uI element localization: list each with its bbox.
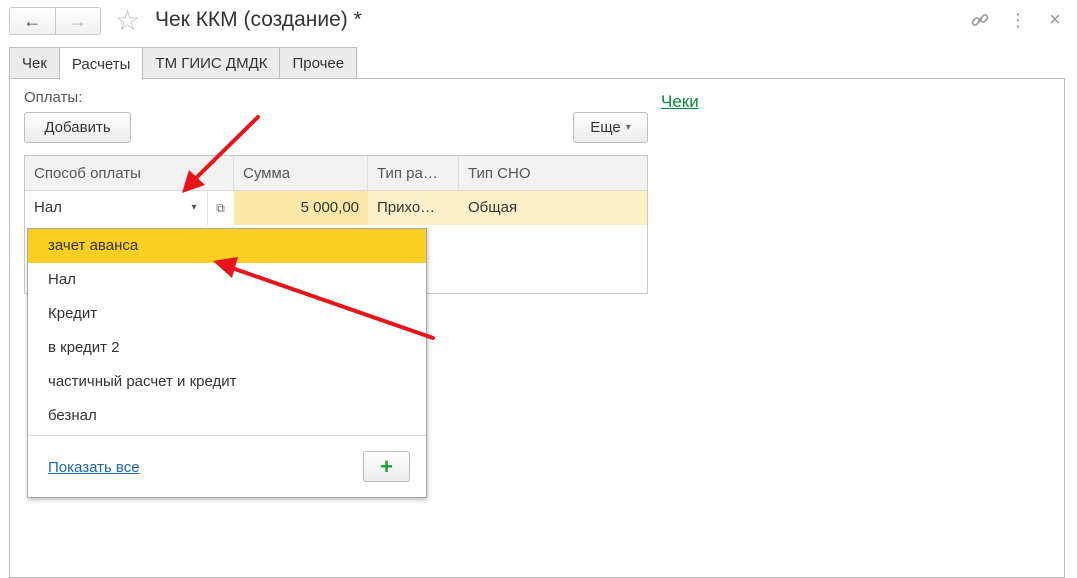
payment-method-dropdown: зачет аванса Нал Кредит в кредит 2 части…	[27, 228, 427, 498]
show-all-link[interactable]: Показать все	[48, 459, 140, 476]
payment-method-field[interactable]: Нал ▾ ⧉	[25, 191, 259, 225]
dropdown-option-v-kredit-2[interactable]: в кредит 2	[28, 331, 426, 365]
cheki-link[interactable]: Чеки	[661, 92, 699, 112]
dropdown-option-beznal[interactable]: безнал	[28, 399, 426, 433]
sno-cell[interactable]: Общая	[459, 191, 649, 225]
tab-tm-giis-dmdk[interactable]: ТМ ГИИС ДМДК	[142, 47, 281, 79]
column-header-spacer	[208, 156, 234, 191]
more-button[interactable]: Еще ▾	[573, 112, 648, 143]
table-header: Способ оплаты Сумма Тип ра… Тип СНО	[25, 156, 647, 191]
dropdown-option-kredit[interactable]: Кредит	[28, 297, 426, 331]
forward-button[interactable]: →	[54, 8, 101, 34]
dropdown-caret-icon[interactable]: ▾	[181, 191, 207, 225]
tab-raschety[interactable]: Расчеты	[58, 47, 144, 80]
caret-down-icon: ▾	[625, 122, 631, 133]
plus-icon: +	[380, 453, 393, 479]
link-icon[interactable]	[968, 8, 992, 32]
navigation-buttons: ← →	[9, 7, 101, 35]
payments-label: Оплаты:	[24, 89, 83, 106]
dropdown-divider	[28, 435, 426, 436]
table-row[interactable]: Нал ▾ ⧉ 5 000,00 Прихо… Общая	[25, 191, 647, 225]
create-new-button[interactable]: +	[363, 451, 410, 482]
favorite-star-icon[interactable]: ☆	[115, 6, 145, 36]
sum-cell[interactable]: 5 000,00	[234, 191, 368, 225]
window-title: Чек ККМ (создание) *	[155, 8, 362, 31]
add-button[interactable]: Добавить	[24, 112, 131, 143]
arrow-right-icon: →	[68, 10, 87, 31]
open-form-icon[interactable]: ⧉	[207, 191, 233, 225]
close-icon[interactable]: ×	[1043, 8, 1067, 32]
dropdown-option-nal[interactable]: Нал	[28, 263, 426, 297]
arrow-left-icon: ←	[23, 10, 42, 31]
back-button[interactable]: ←	[10, 8, 55, 34]
tab-prochee[interactable]: Прочее	[279, 47, 358, 79]
column-header-payment-method[interactable]: Способ оплаты	[25, 156, 234, 191]
column-header-sno[interactable]: Тип СНО	[459, 156, 649, 191]
more-vertical-icon[interactable]: ⋮	[1006, 8, 1030, 32]
tab-chek[interactable]: Чек	[9, 47, 60, 79]
dropdown-option-partial-credit[interactable]: частичный расчет и кредит	[28, 365, 426, 399]
column-header-type[interactable]: Тип ра…	[368, 156, 459, 191]
more-button-label: Еще	[590, 119, 621, 136]
column-header-sum[interactable]: Сумма	[234, 156, 368, 191]
type-cell[interactable]: Прихо…	[368, 191, 459, 225]
payment-method-value: Нал	[34, 199, 62, 216]
dropdown-option-zachet-avansa[interactable]: зачет аванса	[28, 229, 426, 263]
tab-bar: Чек Расчеты ТМ ГИИС ДМДК Прочее	[9, 47, 358, 80]
